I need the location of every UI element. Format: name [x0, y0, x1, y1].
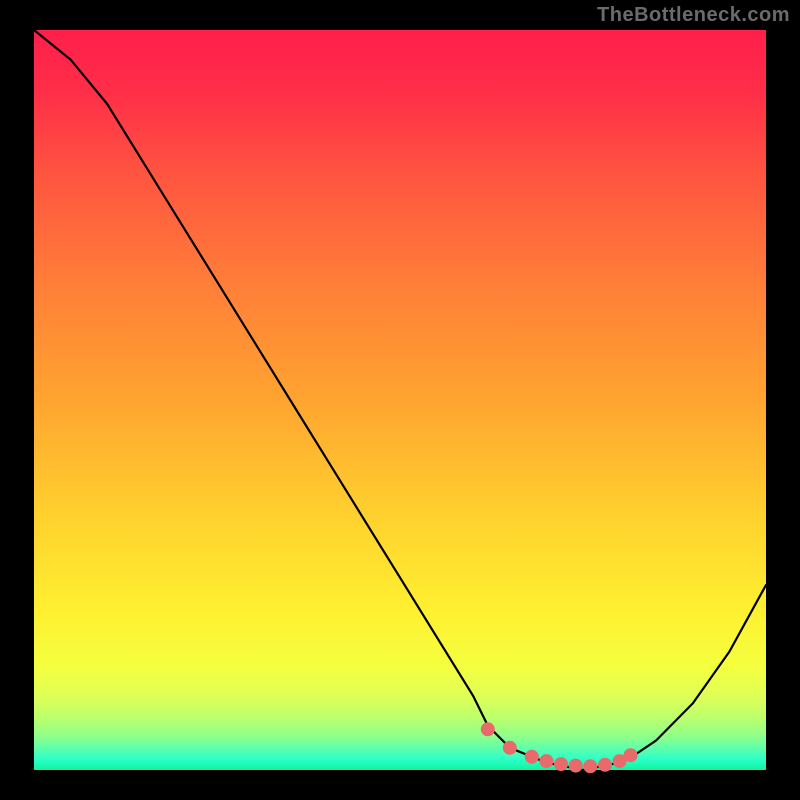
chart-marker [481, 722, 495, 736]
chart-marker [525, 750, 539, 764]
chart-marker [624, 748, 638, 762]
chart-marker [583, 759, 597, 773]
chart-gradient-background [34, 30, 766, 770]
chart-marker [503, 741, 517, 755]
chart-marker [554, 757, 568, 771]
chart-marker [598, 758, 612, 772]
bottleneck-chart [0, 0, 800, 800]
chart-marker [539, 754, 553, 768]
chart-marker [569, 759, 583, 773]
